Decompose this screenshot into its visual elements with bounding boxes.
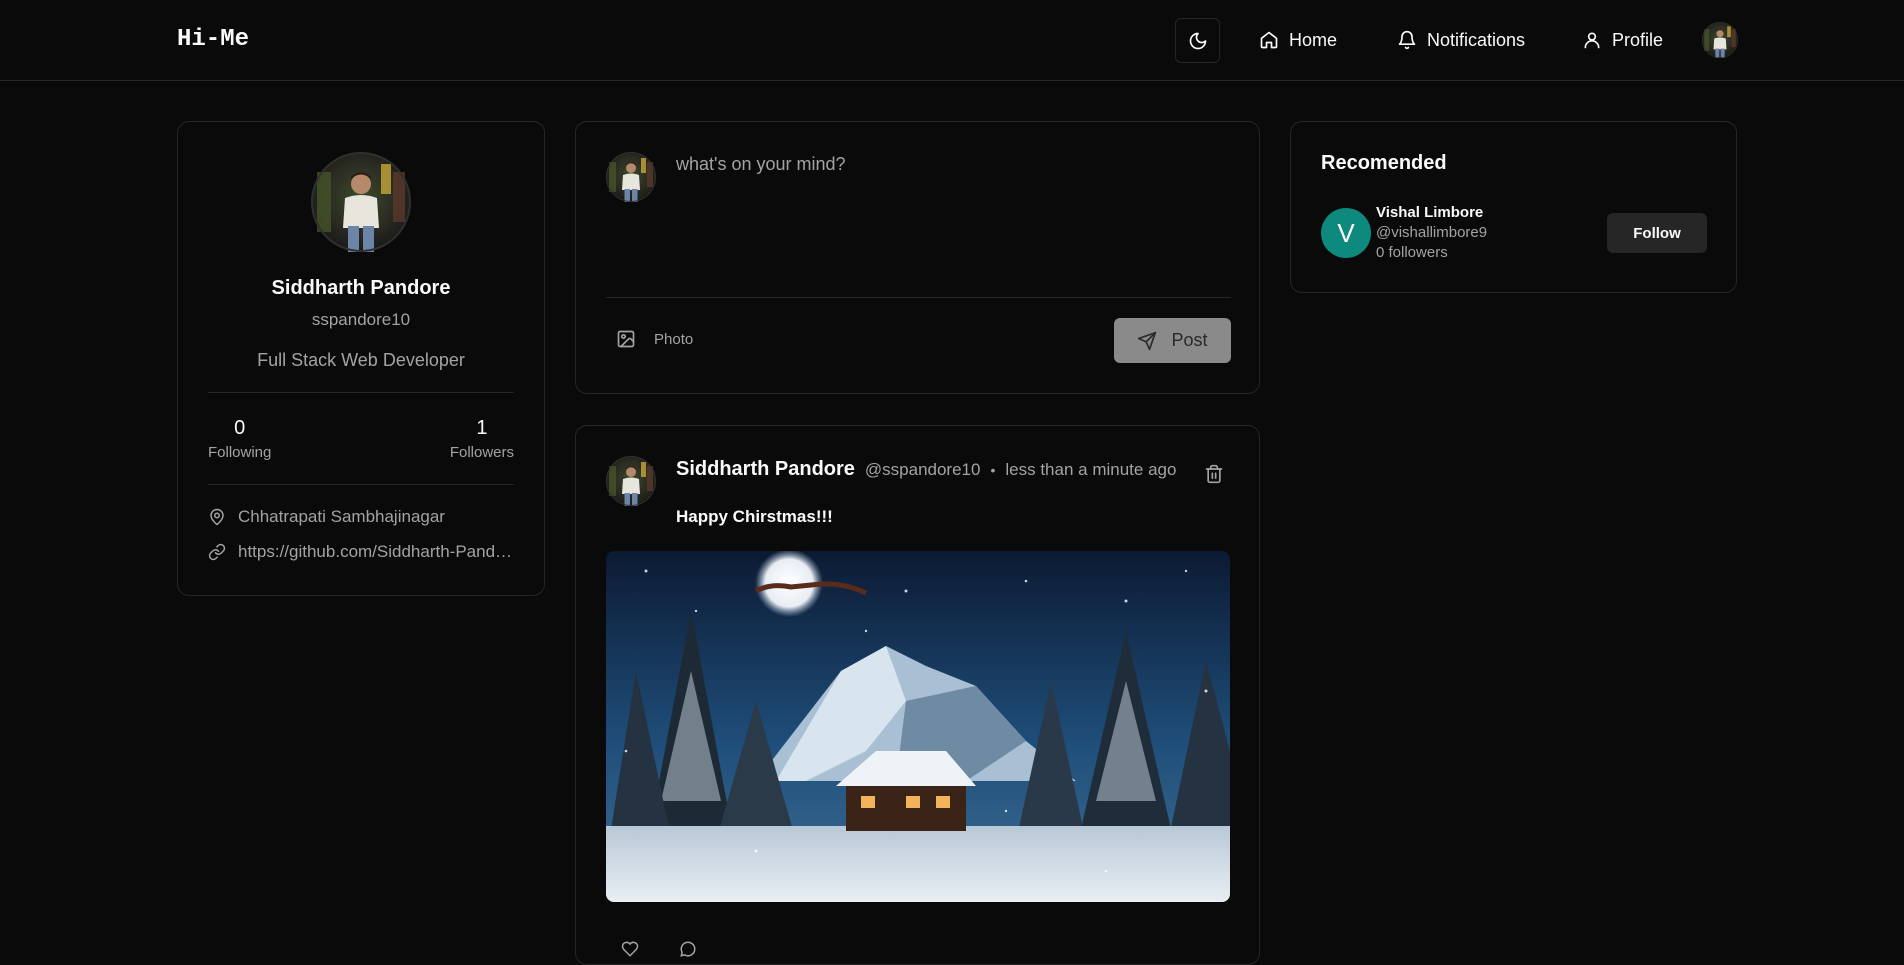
moon-icon [1188, 31, 1208, 51]
heart-icon[interactable] [621, 940, 639, 958]
following-label: Following [208, 444, 272, 461]
post-card: Siddharth Pandore @sspandore10 • less th… [575, 425, 1260, 965]
post-author-avatar[interactable] [606, 456, 656, 506]
image-icon [616, 329, 636, 349]
trash-icon [1204, 464, 1224, 484]
location-row: Chhatrapati Sambhajinagar [208, 507, 518, 527]
divider [208, 484, 514, 485]
composer-avatar [606, 152, 656, 202]
profile-name[interactable]: Siddharth Pandore [178, 277, 544, 300]
post-author-handle: @sspandore10 [864, 460, 981, 479]
post-button-label: Post [1171, 330, 1208, 350]
send-icon [1137, 331, 1157, 351]
user-icon [1582, 30, 1602, 50]
website-link[interactable]: https://github.com/Siddharth-Pandore [238, 542, 518, 562]
followers-stat: 1 Followers [450, 417, 514, 461]
link-icon [208, 543, 226, 561]
post-image[interactable] [606, 551, 1230, 902]
nav-home-label: Home [1289, 29, 1338, 50]
bell-icon [1397, 30, 1417, 50]
recommended-user-avatar[interactable]: V [1321, 208, 1371, 258]
nav-home-link[interactable]: Home [1259, 26, 1337, 54]
post-header: Siddharth Pandore @sspandore10 • less th… [676, 458, 1176, 481]
post-content-input[interactable] [676, 154, 1226, 274]
top-navbar: Hi-Me Home Notifications Profile [0, 0, 1904, 81]
post-timestamp: less than a minute ago [1005, 460, 1177, 479]
home-icon [1259, 30, 1279, 50]
nav-notifications-link[interactable]: Notifications [1397, 26, 1525, 54]
followers-label: Followers [449, 444, 514, 461]
nav-profile-label: Profile [1612, 29, 1664, 50]
profile-bio: Full Stack Web Developer [257, 350, 465, 370]
theme-toggle-button[interactable] [1175, 18, 1220, 63]
website-row[interactable]: https://github.com/Siddharth-Pandore [208, 542, 518, 562]
nav-notifications-label: Notifications [1427, 29, 1526, 50]
map-pin-icon [208, 508, 226, 526]
following-count: 0 [234, 417, 246, 439]
app-logo[interactable]: Hi-Me [177, 26, 249, 53]
user-avatar-menu[interactable] [1702, 22, 1738, 58]
photo-label: Photo [654, 330, 694, 348]
recommended-user-handle: @vishallimbore9 [1376, 224, 1488, 241]
recommended-user-followers: 0 followers [1376, 244, 1448, 261]
delete-post-button[interactable] [1204, 464, 1224, 484]
location-text: Chhatrapati Sambhajinagar [238, 507, 445, 526]
followers-count: 1 [476, 417, 488, 439]
nav-profile-link[interactable]: Profile [1582, 26, 1663, 54]
recommended-user-name[interactable]: Vishal Limbore [1376, 204, 1483, 221]
follow-button[interactable]: Follow [1607, 213, 1707, 253]
profile-card: Siddharth Pandore sspandore10 Full Stack… [177, 121, 545, 596]
profile-avatar [311, 152, 411, 252]
recommended-card: Recomended V Vishal Limbore @vishallimbo… [1290, 121, 1737, 293]
post-composer: Photo Post [575, 121, 1260, 394]
following-stat: 0 Following [208, 417, 271, 461]
post-separator: • [990, 462, 996, 478]
add-photo-button[interactable]: Photo [616, 329, 693, 349]
divider [208, 392, 514, 393]
divider [606, 297, 1231, 298]
profile-username: sspandore10 [311, 310, 411, 329]
post-actions [621, 940, 697, 958]
comment-icon[interactable] [679, 940, 697, 958]
post-content: Happy Chirstmas!!! [676, 507, 833, 526]
recommended-title: Recomended [1321, 152, 1447, 174]
post-button[interactable]: Post [1114, 318, 1231, 363]
post-author-name[interactable]: Siddharth Pandore [676, 458, 855, 481]
